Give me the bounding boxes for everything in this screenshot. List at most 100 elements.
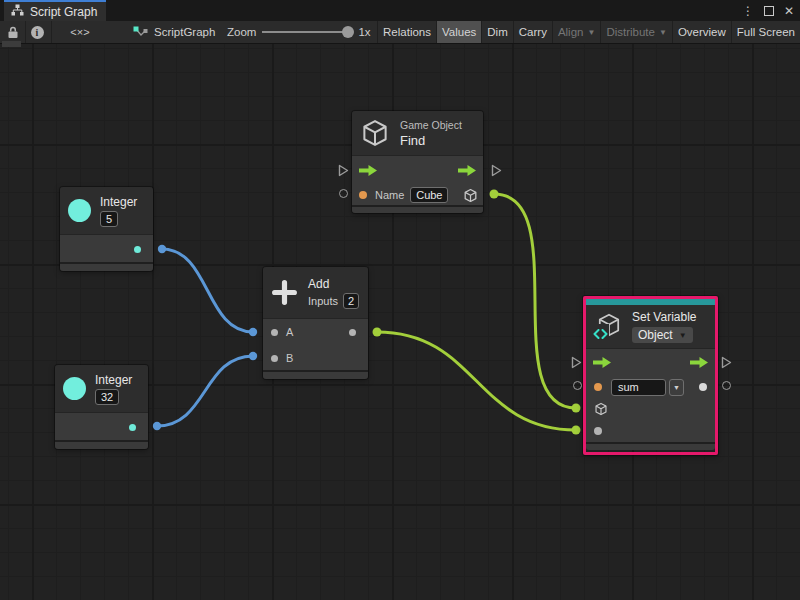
zoom-slider[interactable] <box>262 31 350 33</box>
node-set-variable[interactable]: Set Variable Object ▼ sum ▼ <box>583 296 718 455</box>
name-input-port[interactable] <box>359 191 367 199</box>
toolbar-button-values[interactable]: Values <box>436 21 481 43</box>
chevron-down-icon: ▼ <box>659 28 667 37</box>
info-icon: i <box>31 26 44 39</box>
zoom-value: 1x <box>358 26 370 38</box>
close-icon[interactable]: ✕ <box>784 5 794 17</box>
variable-scope-dropdown[interactable]: Object ▼ <box>632 327 693 343</box>
graph-hierarchy-icon <box>11 4 24 19</box>
wire-endpoint[interactable] <box>153 422 161 430</box>
variable-name-connector[interactable] <box>573 381 582 390</box>
wire-integer5-to-add-a[interactable] <box>162 249 253 332</box>
inputs-count-field[interactable]: 2 <box>343 293 359 309</box>
wire-endpoint[interactable] <box>572 404 581 413</box>
toolbar-button-fullscreen[interactable]: Full Screen <box>731 21 800 43</box>
flow-in-arrow-icon[interactable] <box>593 357 611 368</box>
toolbar-button-overview[interactable]: Overview <box>672 21 731 43</box>
variable-name-port[interactable] <box>594 383 602 391</box>
zoom-slider-handle[interactable] <box>342 26 354 38</box>
flow-in-connector[interactable] <box>571 355 582 373</box>
node-title: Integer <box>95 373 132 387</box>
flow-out-connector[interactable] <box>721 355 732 373</box>
value-input-port[interactable] <box>594 427 602 435</box>
output-port[interactable] <box>134 246 141 253</box>
node-title: Add <box>308 277 359 291</box>
button-label: Full Screen <box>737 26 795 38</box>
code-icon: <×> <box>70 26 89 38</box>
output-port[interactable] <box>129 424 136 431</box>
toolbar-corner-tab <box>2 41 21 47</box>
flow-out-arrow-icon[interactable] <box>458 165 476 176</box>
flow-out-arrow-icon[interactable] <box>690 357 708 368</box>
node-gameobject-find[interactable]: Game Object Find Name Cube <box>352 111 483 213</box>
integer-type-icon <box>68 199 91 222</box>
script-graph-icon <box>133 26 148 38</box>
tab-script-graph[interactable]: Script Graph <box>4 0 106 21</box>
chevron-down-icon: ▼ <box>679 331 687 340</box>
input-port-a[interactable] <box>271 329 278 336</box>
flow-in-connector[interactable] <box>338 163 349 181</box>
maximize-icon[interactable] <box>764 6 774 16</box>
graph-canvas[interactable]: Integer 5 Integer 32 <box>0 44 800 600</box>
info-button[interactable]: i <box>26 21 48 43</box>
name-value-field[interactable]: Cube <box>410 187 448 203</box>
wire-add-to-setvariable-value[interactable] <box>377 332 576 430</box>
gameobject-output-port[interactable] <box>463 188 478 203</box>
output-connector[interactable] <box>722 381 731 390</box>
scope-value: Object <box>638 328 673 342</box>
toolbar-button-align[interactable]: Align▼ <box>552 21 601 43</box>
port-label-b: B <box>286 352 293 364</box>
node-footer <box>263 370 368 379</box>
menu-dots-icon[interactable]: ⋮ <box>742 5 754 17</box>
integer-value-field[interactable]: 5 <box>100 211 118 227</box>
node-integer-2[interactable]: Integer 32 <box>55 365 148 449</box>
node-add[interactable]: Add Inputs 2 A B <box>263 267 368 379</box>
set-variable-icon <box>594 312 623 342</box>
chevron-down-icon[interactable]: ▼ <box>669 379 684 396</box>
node-integer-1[interactable]: Integer 5 <box>60 187 153 271</box>
integer-type-icon <box>63 377 86 400</box>
port-label-a: A <box>286 326 293 338</box>
flow-out-connector[interactable] <box>491 163 502 181</box>
tab-bar: Script Graph ⋮ ✕ <box>0 0 800 21</box>
node-footer <box>586 442 715 450</box>
button-label: Align <box>558 26 584 38</box>
input-port-b[interactable] <box>271 355 278 362</box>
wire-endpoint[interactable] <box>249 328 257 336</box>
button-label: Overview <box>678 26 726 38</box>
name-label: Name <box>375 189 404 201</box>
name-input-connector[interactable] <box>339 189 348 198</box>
wire-endpoint[interactable] <box>373 328 382 337</box>
graph-asset-name: ScriptGraph <box>154 26 215 38</box>
node-title: Find <box>400 133 462 148</box>
output-port[interactable] <box>699 383 707 391</box>
integer-value-field[interactable]: 32 <box>95 389 119 405</box>
node-footer <box>55 440 148 449</box>
wire-find-to-setvariable-object[interactable] <box>494 194 576 408</box>
add-icon <box>271 279 298 306</box>
zoom-label: Zoom <box>227 26 256 38</box>
variable-name-value[interactable]: sum <box>611 379 666 396</box>
wire-endpoint[interactable] <box>158 245 166 253</box>
variable-name-dropdown[interactable]: sum ▼ <box>611 379 684 396</box>
toolbar: i <×> ScriptGraph Zoom 1x Relations Valu… <box>0 21 800 44</box>
game-object-cube-icon <box>360 118 390 148</box>
wire-endpoint[interactable] <box>490 190 499 199</box>
output-port[interactable] <box>349 329 356 336</box>
toolbar-button-carry[interactable]: Carry <box>513 21 552 43</box>
node-footer <box>60 262 153 271</box>
wire-endpoint[interactable] <box>249 352 257 360</box>
wire-integer32-to-add-b[interactable] <box>157 356 253 426</box>
toolbar-button-dim[interactable]: Dim <box>481 21 512 43</box>
gameobject-input-port[interactable] <box>594 402 608 416</box>
code-preview-button[interactable]: <×> <box>52 21 108 43</box>
node-title: Integer <box>100 195 137 209</box>
lock-button[interactable] <box>2 21 24 43</box>
button-label: Carry <box>519 26 547 38</box>
chevron-down-icon: ▼ <box>587 28 595 37</box>
wire-endpoint[interactable] <box>572 426 581 435</box>
flow-in-arrow-icon[interactable] <box>359 165 377 176</box>
toolbar-button-distribute[interactable]: Distribute▼ <box>600 21 672 43</box>
toolbar-button-relations[interactable]: Relations <box>377 21 436 43</box>
graph-asset[interactable]: ScriptGraph <box>133 21 215 43</box>
